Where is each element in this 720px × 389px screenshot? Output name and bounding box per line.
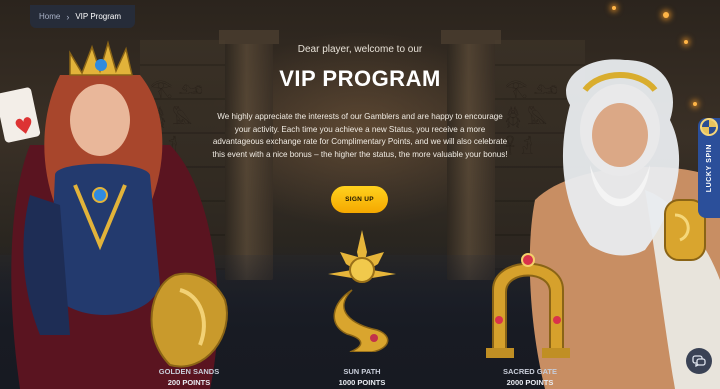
level-golden-sands: GOLDEN SANDS 200 POINTS	[129, 366, 249, 388]
breadcrumb: Home › VIP Program	[30, 5, 135, 28]
chevron-right-icon: ›	[66, 11, 70, 22]
welcome-text: Dear player, welcome to our	[297, 44, 423, 55]
program-description: We highly appreciate the interests of ou…	[212, 112, 508, 159]
page-title: VIP PROGRAM	[279, 66, 441, 91]
level-sacred-gate: SACRED GATE 2000 POINTS	[470, 366, 590, 388]
sun-path-relic-image	[328, 230, 396, 352]
level-sun-path: SUN PATH 1000 POINTS	[302, 366, 422, 388]
lucky-spin-label: LUCKY SPIN	[705, 143, 713, 193]
breadcrumb-current: VIP Program	[75, 12, 121, 21]
level-name: SUN PATH	[343, 367, 381, 376]
breadcrumb-home-link[interactable]: Home	[39, 12, 60, 21]
sign-up-button[interactable]: SIGN UP	[331, 186, 388, 213]
chat-icon	[692, 355, 706, 368]
level-points: 200 POINTS	[167, 378, 211, 387]
ember-particle	[663, 12, 669, 18]
level-name: SACRED GATE	[502, 367, 558, 376]
level-name: GOLDEN SANDS	[158, 367, 220, 376]
chat-button[interactable]	[686, 348, 712, 374]
level-points: 2000 POINTS	[506, 378, 554, 387]
ember-particle	[612, 6, 616, 10]
wheel-icon	[700, 118, 718, 136]
sacred-gate-relic-image	[486, 253, 570, 358]
level-points: 1000 POINTS	[338, 378, 386, 387]
